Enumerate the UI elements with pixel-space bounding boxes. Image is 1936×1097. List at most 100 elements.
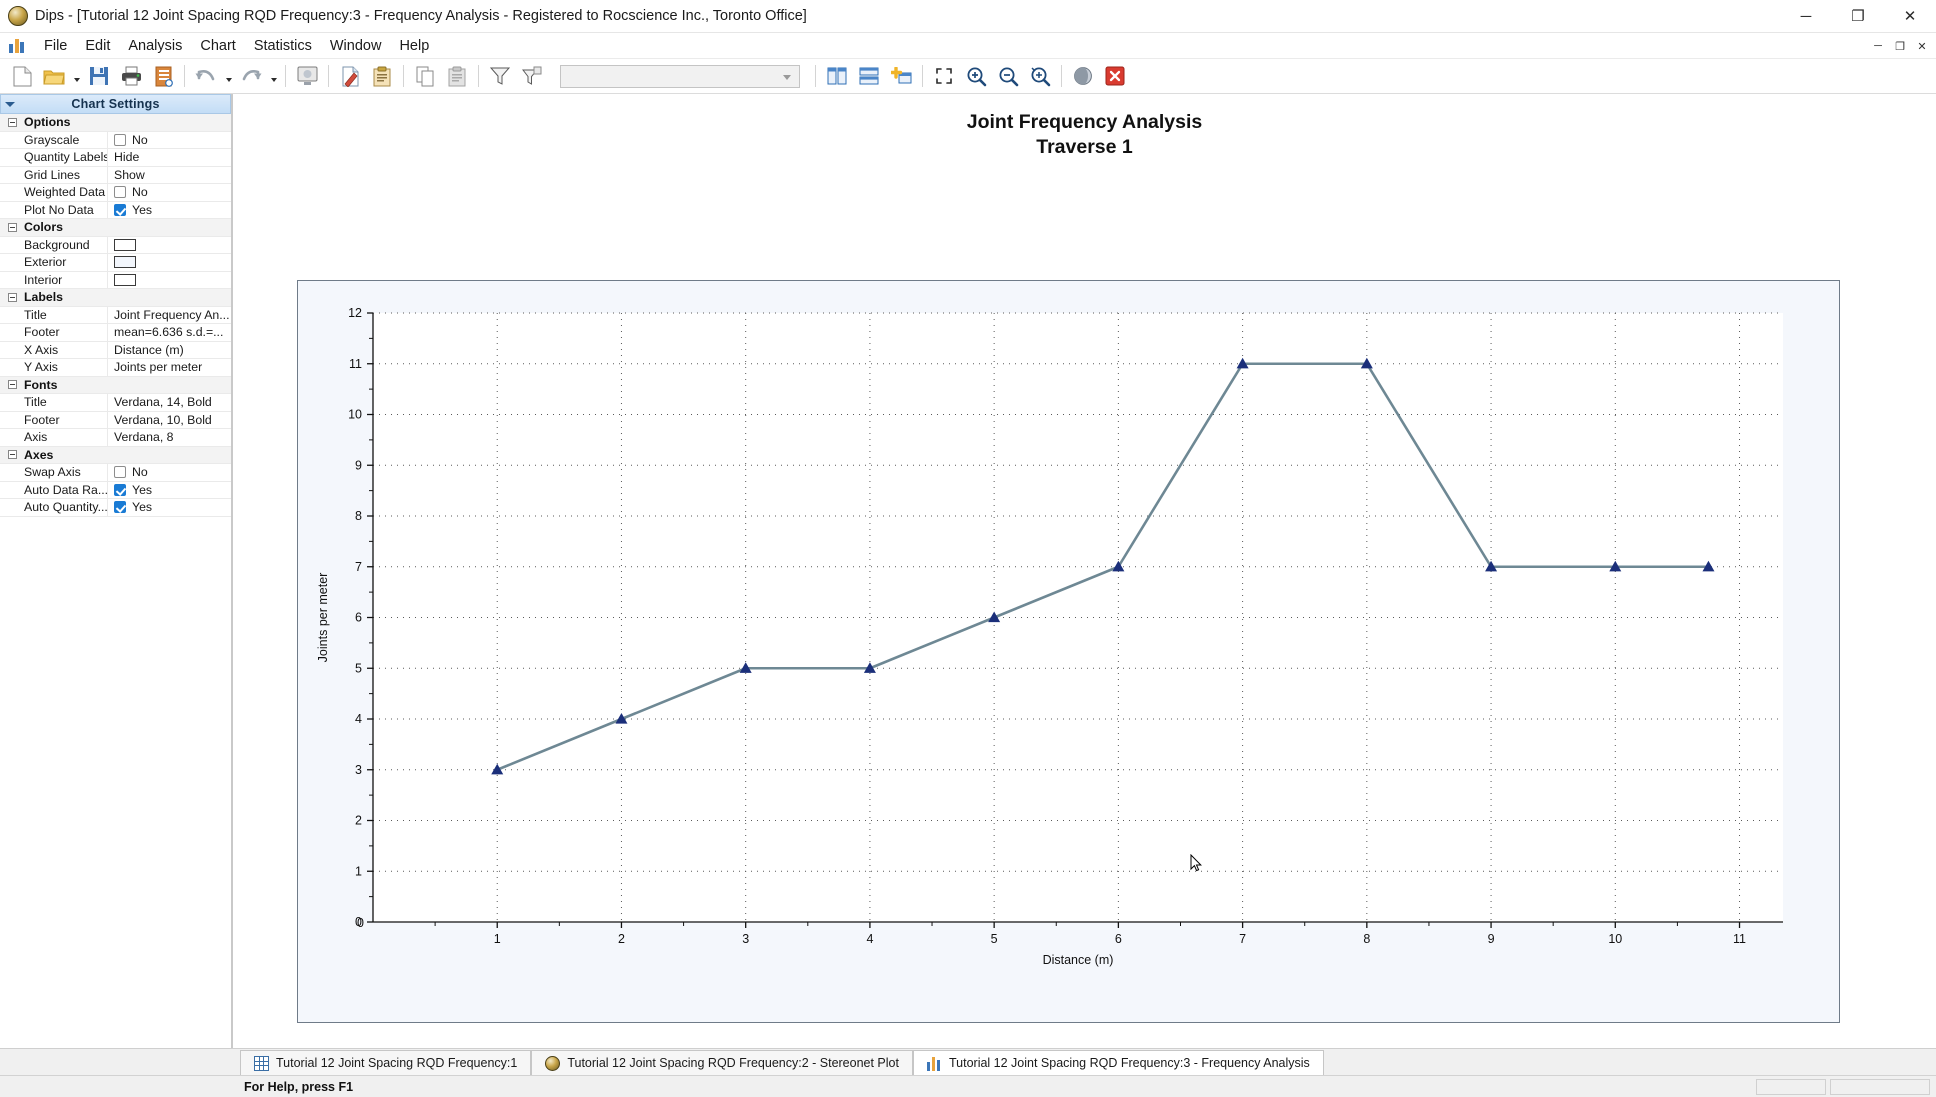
copy-icon[interactable]: [409, 61, 441, 91]
property-row[interactable]: Y AxisJoints per meter: [0, 359, 231, 377]
mdi-close-button[interactable]: ✕: [1912, 36, 1932, 56]
collapse-toggle-icon[interactable]: [8, 380, 17, 389]
property-row[interactable]: Plot No DataYes: [0, 202, 231, 220]
minimize-button[interactable]: ─: [1780, 0, 1832, 33]
property-group-labels[interactable]: Labels: [0, 289, 231, 307]
property-value[interactable]: Joint Frequency An...: [108, 308, 231, 322]
open-folder-icon[interactable]: [38, 61, 70, 91]
property-value[interactable]: [108, 239, 231, 251]
property-row[interactable]: AxisVerdana, 8: [0, 429, 231, 447]
collapse-toggle-icon[interactable]: [8, 118, 17, 127]
property-row[interactable]: GrayscaleNo: [0, 132, 231, 150]
menu-analysis[interactable]: Analysis: [119, 35, 191, 57]
clipboard-icon[interactable]: [366, 61, 398, 91]
property-group-axes[interactable]: Axes: [0, 447, 231, 465]
maximize-button[interactable]: ❐: [1832, 0, 1884, 33]
chart-settings-header[interactable]: Chart Settings: [0, 94, 231, 114]
filter-icon[interactable]: [484, 61, 516, 91]
checkbox-icon[interactable]: [114, 134, 126, 146]
collapse-panel-icon[interactable]: [1, 102, 19, 107]
chart-canvas[interactable]: Joint Frequency Analysis Traverse 1 0123…: [233, 94, 1936, 1048]
checkbox-icon[interactable]: [114, 186, 126, 198]
property-row[interactable]: Auto Quantity...Yes: [0, 499, 231, 517]
collapse-toggle-icon[interactable]: [8, 450, 17, 459]
mdi-minimize-button[interactable]: ─: [1868, 36, 1888, 56]
zoom-mouse-icon[interactable]: [1024, 61, 1056, 91]
color-swatch[interactable]: [114, 274, 136, 286]
property-value[interactable]: No: [108, 133, 231, 147]
property-value[interactable]: Yes: [108, 500, 231, 514]
property-value[interactable]: Hide: [108, 150, 231, 164]
display-monitor-icon[interactable]: [291, 61, 323, 91]
property-row[interactable]: Swap AxisNo: [0, 464, 231, 482]
color-swatch[interactable]: [114, 239, 136, 251]
color-swatch[interactable]: [114, 256, 136, 268]
edit-properties-icon[interactable]: [334, 61, 366, 91]
property-group-options[interactable]: Options: [0, 114, 231, 132]
menu-edit[interactable]: Edit: [76, 35, 119, 57]
undo-icon[interactable]: [190, 61, 222, 91]
redo-icon[interactable]: [235, 61, 267, 91]
property-value[interactable]: Distance (m): [108, 343, 231, 357]
property-row[interactable]: Footermean=6.636 s.d.=...: [0, 324, 231, 342]
delete-close-icon[interactable]: [1099, 61, 1131, 91]
window-tab[interactable]: Tutorial 12 Joint Spacing RQD Frequency:…: [531, 1050, 913, 1075]
zoom-all-icon[interactable]: [928, 61, 960, 91]
property-group-fonts[interactable]: Fonts: [0, 377, 231, 395]
info-viewer-icon[interactable]: [147, 61, 179, 91]
property-value[interactable]: Verdana, 14, Bold: [108, 395, 231, 409]
zoom-out-icon[interactable]: [992, 61, 1024, 91]
checkbox-icon[interactable]: [114, 501, 126, 513]
undo-dropdown-arrow[interactable]: [222, 61, 235, 91]
property-value[interactable]: [108, 256, 231, 268]
tile-vertical-icon[interactable]: [821, 61, 853, 91]
property-value[interactable]: [108, 274, 231, 286]
collapse-toggle-icon[interactable]: [8, 223, 17, 232]
save-icon[interactable]: [83, 61, 115, 91]
menu-chart[interactable]: Chart: [191, 35, 244, 57]
property-row[interactable]: Quantity LabelsHide: [0, 149, 231, 167]
property-row[interactable]: TitleJoint Frequency An...: [0, 307, 231, 325]
menu-file[interactable]: File: [35, 35, 76, 57]
checkbox-icon[interactable]: [114, 484, 126, 496]
property-value[interactable]: Show: [108, 168, 231, 182]
menu-statistics[interactable]: Statistics: [245, 35, 321, 57]
paste-icon[interactable]: [441, 61, 473, 91]
checkbox-icon[interactable]: [114, 466, 126, 478]
property-row[interactable]: TitleVerdana, 14, Bold: [0, 394, 231, 412]
menu-window[interactable]: Window: [321, 35, 391, 57]
filter-settings-icon[interactable]: [516, 61, 548, 91]
property-row[interactable]: Interior: [0, 272, 231, 290]
collapse-toggle-icon[interactable]: [8, 293, 17, 302]
property-value[interactable]: Joints per meter: [108, 360, 231, 374]
window-tab[interactable]: Tutorial 12 Joint Spacing RQD Frequency:…: [240, 1050, 531, 1075]
stereonet-icon[interactable]: [1067, 61, 1099, 91]
property-value[interactable]: Verdana, 8: [108, 430, 231, 444]
tile-horizontal-icon[interactable]: [853, 61, 885, 91]
property-group-colors[interactable]: Colors: [0, 219, 231, 237]
property-row[interactable]: FooterVerdana, 10, Bold: [0, 412, 231, 430]
new-window-icon[interactable]: [885, 61, 917, 91]
chart-type-combobox[interactable]: [560, 65, 800, 88]
property-value[interactable]: No: [108, 465, 231, 479]
close-button[interactable]: ✕: [1884, 0, 1936, 33]
open-dropdown-arrow[interactable]: [70, 61, 83, 91]
property-value[interactable]: Yes: [108, 483, 231, 497]
checkbox-icon[interactable]: [114, 204, 126, 216]
property-row[interactable]: Grid LinesShow: [0, 167, 231, 185]
redo-dropdown-arrow[interactable]: [267, 61, 280, 91]
new-file-icon[interactable]: [6, 61, 38, 91]
property-row[interactable]: Background: [0, 237, 231, 255]
property-value[interactable]: No: [108, 185, 231, 199]
property-row[interactable]: Exterior: [0, 254, 231, 272]
property-row[interactable]: Auto Data Ra...Yes: [0, 482, 231, 500]
window-tab[interactable]: Tutorial 12 Joint Spacing RQD Frequency:…: [913, 1050, 1324, 1075]
mdi-restore-button[interactable]: ❐: [1890, 36, 1910, 56]
zoom-in-icon[interactable]: [960, 61, 992, 91]
property-value[interactable]: Verdana, 10, Bold: [108, 413, 231, 427]
print-icon[interactable]: [115, 61, 147, 91]
property-value[interactable]: Yes: [108, 203, 231, 217]
menu-help[interactable]: Help: [390, 35, 438, 57]
property-row[interactable]: X AxisDistance (m): [0, 342, 231, 360]
property-row[interactable]: Weighted DataNo: [0, 184, 231, 202]
